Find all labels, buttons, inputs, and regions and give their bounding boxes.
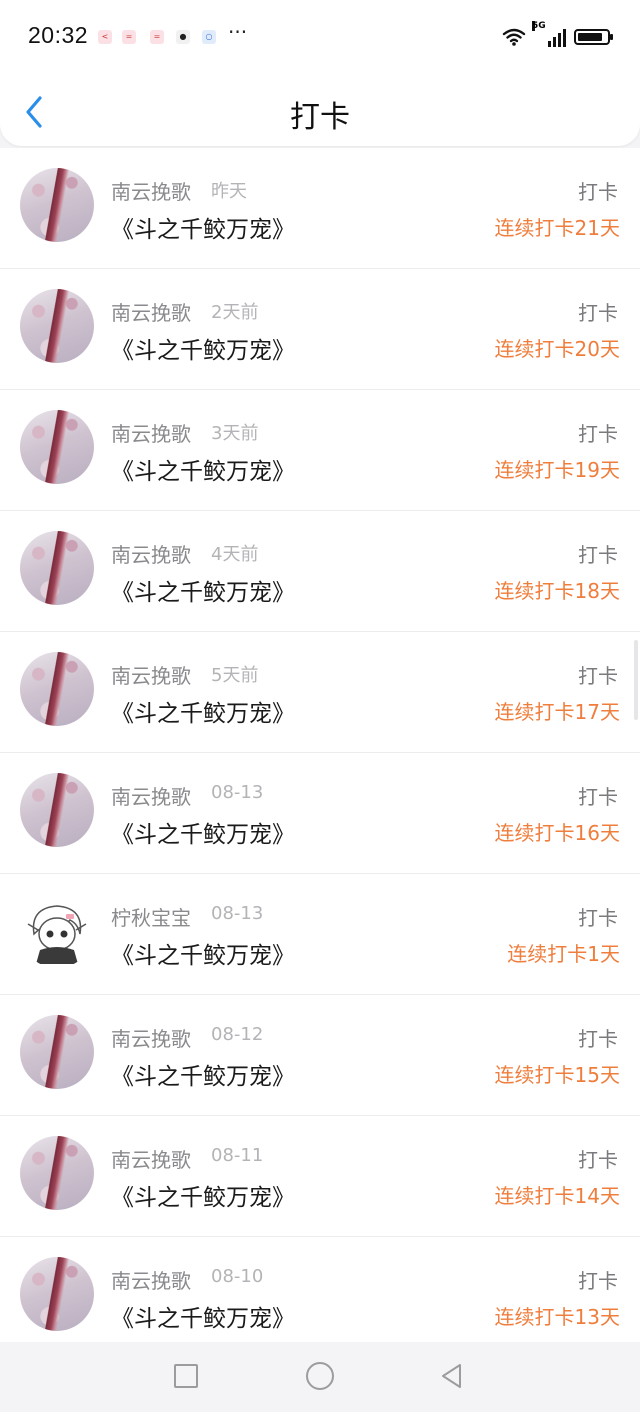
system-back-button[interactable] <box>438 1362 466 1390</box>
checkin-list: 南云挽歌 昨天 《斗之千鲛万宠》 打卡 连续打卡21天 南云挽歌 2天前 《斗之千鲛万宠》 打卡… <box>0 148 640 1357</box>
action-label: 打卡 <box>578 1269 618 1293</box>
recent-apps-button[interactable] <box>174 1364 198 1388</box>
checkin-time: 2天前 <box>211 302 259 323</box>
checkin-time: 08-11 <box>211 1145 264 1166</box>
streak-label: 连续打卡1天 <box>507 942 620 966</box>
streak-label: 连续打卡17天 <box>494 700 620 724</box>
battery-icon <box>574 29 613 45</box>
book-title: 《斗之千鲛万宠》 <box>111 217 295 243</box>
user-name: 南云挽歌 <box>111 1148 191 1172</box>
book-title: 《斗之千鲛万宠》 <box>111 822 295 848</box>
status-time: 20:32 <box>28 22 89 48</box>
notification-app-icon: = <box>122 30 136 44</box>
book-title: 《斗之千鲛万宠》 <box>111 1064 295 1090</box>
battery-level <box>578 33 602 41</box>
book-title: 《斗之千鲛万宠》 <box>111 338 295 364</box>
user-name: 南云挽歌 <box>111 422 191 446</box>
avatar[interactable] <box>20 410 94 484</box>
streak-label: 连续打卡14天 <box>494 1184 620 1208</box>
checkin-time: 4天前 <box>211 544 259 565</box>
action-label: 打卡 <box>578 1148 618 1172</box>
notification-app-icon: < <box>98 30 112 44</box>
user-name: 南云挽歌 <box>111 1027 191 1051</box>
list-item[interactable]: 南云挽歌 08-11 《斗之千鲛万宠》 打卡连续打卡14天 <box>0 1115 640 1236</box>
checkin-time: 08-13 <box>211 782 264 803</box>
avatar[interactable] <box>20 1015 94 1089</box>
streak-label: 连续打卡19天 <box>494 458 620 482</box>
top-bar: 20:32 < = = ● ○ ··· 5G 打卡 <box>0 0 640 146</box>
user-name: 南云挽歌 <box>111 785 191 809</box>
notification-app-icon: ● <box>176 30 190 44</box>
avatar[interactable] <box>20 531 94 605</box>
notification-app-icon: = <box>150 30 164 44</box>
list-item[interactable]: 南云挽歌 2天前《斗之千鲛万宠》 打卡连续打卡20天 <box>0 268 640 389</box>
checkin-time: 08-12 <box>211 1024 264 1045</box>
home-button[interactable] <box>306 1362 334 1390</box>
more-notifications-icon: ··· <box>228 20 248 44</box>
book-title: 《斗之千鲛万宠》 <box>111 1185 295 1211</box>
list-item[interactable]: 南云挽歌 08-13 《斗之千鲛万宠》 打卡连续打卡16天 <box>0 752 640 873</box>
list-item[interactable]: 南云挽歌 08-12 《斗之千鲛万宠》 打卡连续打卡15天 <box>0 994 640 1115</box>
page-title: 打卡 <box>290 100 350 135</box>
action-label: 打卡 <box>578 785 618 809</box>
streak-label: 连续打卡16天 <box>494 821 620 845</box>
streak-label: 连续打卡13天 <box>494 1305 620 1329</box>
checkin-time: 08-13 <box>211 903 264 924</box>
avatar[interactable] <box>20 773 94 847</box>
book-title: 《斗之千鲛万宠》 <box>111 943 295 969</box>
book-title: 《斗之千鲛万宠》 <box>111 1306 295 1332</box>
streak-label: 连续打卡18天 <box>494 579 620 603</box>
list-item[interactable]: 南云挽歌 08-10 《斗之千鲛万宠》 打卡连续打卡13天 <box>0 1236 640 1357</box>
wifi-icon <box>502 28 526 46</box>
list-item[interactable]: 南云挽歌 5天前《斗之千鲛万宠》 打卡连续打卡17天 <box>0 631 640 752</box>
signal-icon: 5G <box>532 21 566 47</box>
action-label: 打卡 <box>578 664 618 688</box>
status-icons: 5G <box>502 21 613 50</box>
book-title: 《斗之千鲛万宠》 <box>111 701 295 727</box>
user-name: 柠秋宝宝 <box>111 906 191 930</box>
streak-label: 连续打卡20天 <box>494 337 620 361</box>
avatar[interactable] <box>20 168 94 242</box>
notification-app-icon: ○ <box>202 30 216 44</box>
system-nav-bar <box>0 1342 640 1412</box>
user-name: 南云挽歌 <box>111 180 191 204</box>
avatar[interactable] <box>20 1136 94 1210</box>
user-name: 南云挽歌 <box>111 1269 191 1293</box>
book-title: 《斗之千鲛万宠》 <box>111 580 295 606</box>
book-title: 《斗之千鲛万宠》 <box>111 459 295 485</box>
scrollbar[interactable] <box>634 640 638 720</box>
avatar[interactable] <box>20 652 94 726</box>
checkin-time: 3天前 <box>211 423 259 444</box>
list-item[interactable]: 柠秋宝宝 08-13 《斗之千鲛万宠》 打卡连续打卡1天 <box>0 873 640 994</box>
action-label: 打卡 <box>578 301 618 325</box>
checkin-time: 5天前 <box>211 665 259 686</box>
streak-label: 连续打卡15天 <box>494 1063 620 1087</box>
action-label: 打卡 <box>578 180 618 204</box>
avatar[interactable] <box>20 289 94 363</box>
avatar[interactable] <box>20 894 94 968</box>
action-label: 打卡 <box>578 543 618 567</box>
action-label: 打卡 <box>578 1027 618 1051</box>
user-name: 南云挽歌 <box>111 301 191 325</box>
checkin-time: 08-10 <box>211 1266 264 1287</box>
streak-label: 连续打卡21天 <box>494 216 620 240</box>
avatar[interactable] <box>20 1257 94 1331</box>
action-label: 打卡 <box>578 422 618 446</box>
triangle-back-icon <box>442 1364 461 1388</box>
checkin-time: 昨天 <box>211 181 247 202</box>
action-label: 打卡 <box>578 906 618 930</box>
user-name: 南云挽歌 <box>111 664 191 688</box>
list-item[interactable]: 南云挽歌 3天前《斗之千鲛万宠》 打卡连续打卡19天 <box>0 389 640 510</box>
user-name: 南云挽歌 <box>111 543 191 567</box>
list-item[interactable]: 南云挽歌 昨天《斗之千鲛万宠》 打卡连续打卡21天 <box>0 148 640 268</box>
list-item[interactable]: 南云挽歌 4天前《斗之千鲛万宠》 打卡连续打卡18天 <box>0 510 640 631</box>
